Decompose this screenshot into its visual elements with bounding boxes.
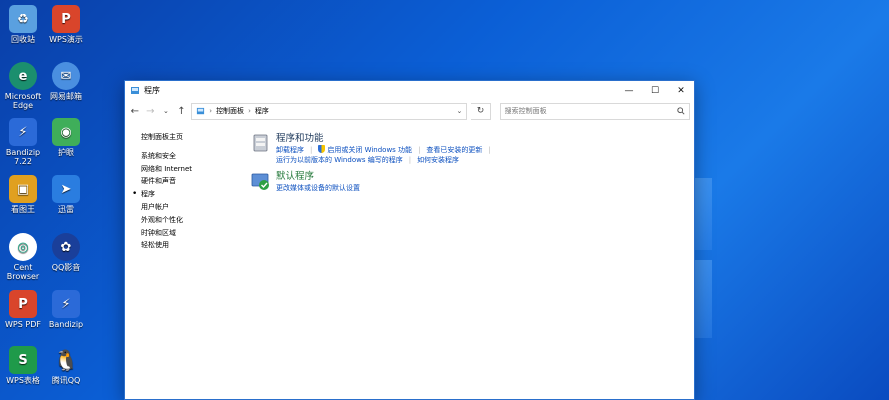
- control-panel-window: 程序 — ☐ ✕ ← → ⌄ ↑ › 控制面板 › 程序 ⌄ ↻ 搜索控制面板 …: [124, 80, 695, 400]
- up-arrow-icon[interactable]: ↑: [176, 106, 188, 117]
- search-icon: [677, 107, 685, 115]
- breadcrumb-programs[interactable]: 程序: [255, 106, 269, 116]
- desktop-icon-bandizip[interactable]: ⚡ Bandizip: [43, 290, 89, 329]
- recent-locations-chevron-icon[interactable]: ⌄: [160, 107, 172, 115]
- category-default-programs: 默认程序 更改媒体或设备的默认设置: [251, 171, 516, 193]
- link-run-old-programs[interactable]: 运行为以前版本的 Windows 编写的程序: [276, 155, 403, 165]
- desktop-icon-cent-browser[interactable]: ◎ Cent Browser: [0, 233, 46, 281]
- bandizip-icon: ⚡: [9, 118, 37, 146]
- link-uninstall-program[interactable]: 卸载程序: [276, 145, 304, 155]
- desktop-icon-eye[interactable]: ◉ 护眼: [43, 118, 89, 157]
- bandizip-icon: ⚡: [52, 290, 80, 318]
- maximize-button[interactable]: ☐: [642, 81, 668, 100]
- wps-sheet-icon: S: [9, 346, 37, 374]
- image-viewer-icon: ▣: [9, 175, 37, 203]
- desktop-icon-recycle-bin[interactable]: ♻ 回收站: [0, 5, 46, 44]
- minimize-button[interactable]: —: [616, 81, 642, 100]
- eye-icon: ◉: [52, 118, 80, 146]
- sidebar: 控制面板主页 系统和安全 网络和 Internet 硬件和声音 程序 用户帐户 …: [132, 131, 192, 252]
- category-programs-features: 程序和功能 卸载程序 | 启用或关闭 Windows 功能 | 查看已安装的更新…: [251, 133, 516, 165]
- qq-player-icon: ✿: [52, 233, 80, 261]
- back-arrow-icon[interactable]: ←: [129, 106, 141, 117]
- sidebar-item-ease-of-access[interactable]: 轻松使用: [141, 239, 192, 252]
- breadcrumb-separator-icon: ›: [248, 107, 251, 115]
- link-change-media-defaults[interactable]: 更改媒体或设备的默认设置: [276, 183, 360, 193]
- qq-icon: 🐧: [53, 347, 79, 372]
- control-panel-icon: [131, 86, 139, 94]
- forward-arrow-icon[interactable]: →: [145, 106, 157, 117]
- navigation-bar: ← → ⌄ ↑ › 控制面板 › 程序 ⌄ ↻ 搜索控制面板: [125, 100, 694, 122]
- sidebar-item-hardware-sound[interactable]: 硬件和声音: [141, 175, 192, 188]
- wps-pdf-icon: P: [9, 290, 37, 318]
- sidebar-item-user-accounts[interactable]: 用户帐户: [141, 201, 192, 214]
- edge-icon: e: [9, 62, 37, 90]
- category-title[interactable]: 默认程序: [276, 171, 516, 183]
- control-panel-icon: [197, 107, 205, 114]
- sidebar-item-network[interactable]: 网络和 Internet: [141, 163, 192, 176]
- link-windows-features[interactable]: 启用或关闭 Windows 功能: [318, 145, 412, 155]
- desktop-icon-qq[interactable]: 🐧 腾讯QQ: [43, 346, 89, 386]
- programs-features-icon: [253, 134, 268, 152]
- default-programs-icon: [251, 173, 269, 190]
- sidebar-item-programs[interactable]: 程序: [132, 188, 192, 201]
- window-title: 程序: [144, 86, 160, 95]
- desktop-icon-edge[interactable]: e Microsoft Edge: [0, 62, 46, 110]
- link-how-to-install[interactable]: 如何安装程序: [417, 155, 459, 165]
- thunder-icon: ➤: [52, 175, 80, 203]
- address-bar[interactable]: › 控制面板 › 程序 ⌄: [191, 102, 468, 120]
- sidebar-item-appearance[interactable]: 外观和个性化: [141, 214, 192, 227]
- uac-shield-icon: [318, 145, 326, 153]
- wps-presentation-icon: P: [52, 5, 80, 33]
- search-placeholder: 搜索控制面板: [504, 107, 547, 115]
- desktop-icon-wps-pdf[interactable]: P WPS PDF: [0, 290, 46, 329]
- desktop-icon-wps-presentation[interactable]: P WPS演示: [43, 5, 89, 44]
- close-button[interactable]: ✕: [668, 81, 694, 100]
- mail-icon: ✉: [52, 62, 80, 90]
- breadcrumb-separator-icon: ›: [209, 107, 213, 115]
- desktop-icon-qq-player[interactable]: ✿ QQ影音: [43, 233, 89, 272]
- main-content: 程序和功能 卸载程序 | 启用或关闭 Windows 功能 | 查看已安装的更新…: [251, 133, 516, 199]
- cent-browser-icon: ◎: [9, 233, 37, 261]
- recycle-bin-icon: ♻: [9, 5, 37, 33]
- sidebar-item-system-security[interactable]: 系统和安全: [141, 150, 192, 163]
- category-title[interactable]: 程序和功能: [276, 133, 516, 145]
- search-input[interactable]: 搜索控制面板: [499, 102, 690, 120]
- breadcrumb-control-panel[interactable]: 控制面板: [216, 106, 244, 116]
- title-bar[interactable]: 程序 — ☐ ✕: [125, 81, 694, 100]
- desktop-icon-image-viewer[interactable]: ▣ 看图王: [0, 175, 46, 214]
- address-dropdown-chevron-icon[interactable]: ⌄: [456, 107, 462, 115]
- link-view-installed-updates[interactable]: 查看已安装的更新: [426, 145, 482, 155]
- sidebar-item-clock-region[interactable]: 时钟和区域: [141, 227, 192, 240]
- desktop-icon-thunder[interactable]: ➤ 迅雷: [43, 175, 89, 214]
- desktop-icon-mail[interactable]: ✉ 网易邮箱: [43, 62, 89, 101]
- desktop-icon-wps-sheet[interactable]: S WPS表格: [0, 346, 46, 385]
- desktop-icon-bandizip-722[interactable]: ⚡ Bandizip 7.22: [0, 118, 46, 166]
- sidebar-item-home[interactable]: 控制面板主页: [141, 131, 192, 144]
- refresh-icon[interactable]: ↻: [471, 102, 491, 120]
